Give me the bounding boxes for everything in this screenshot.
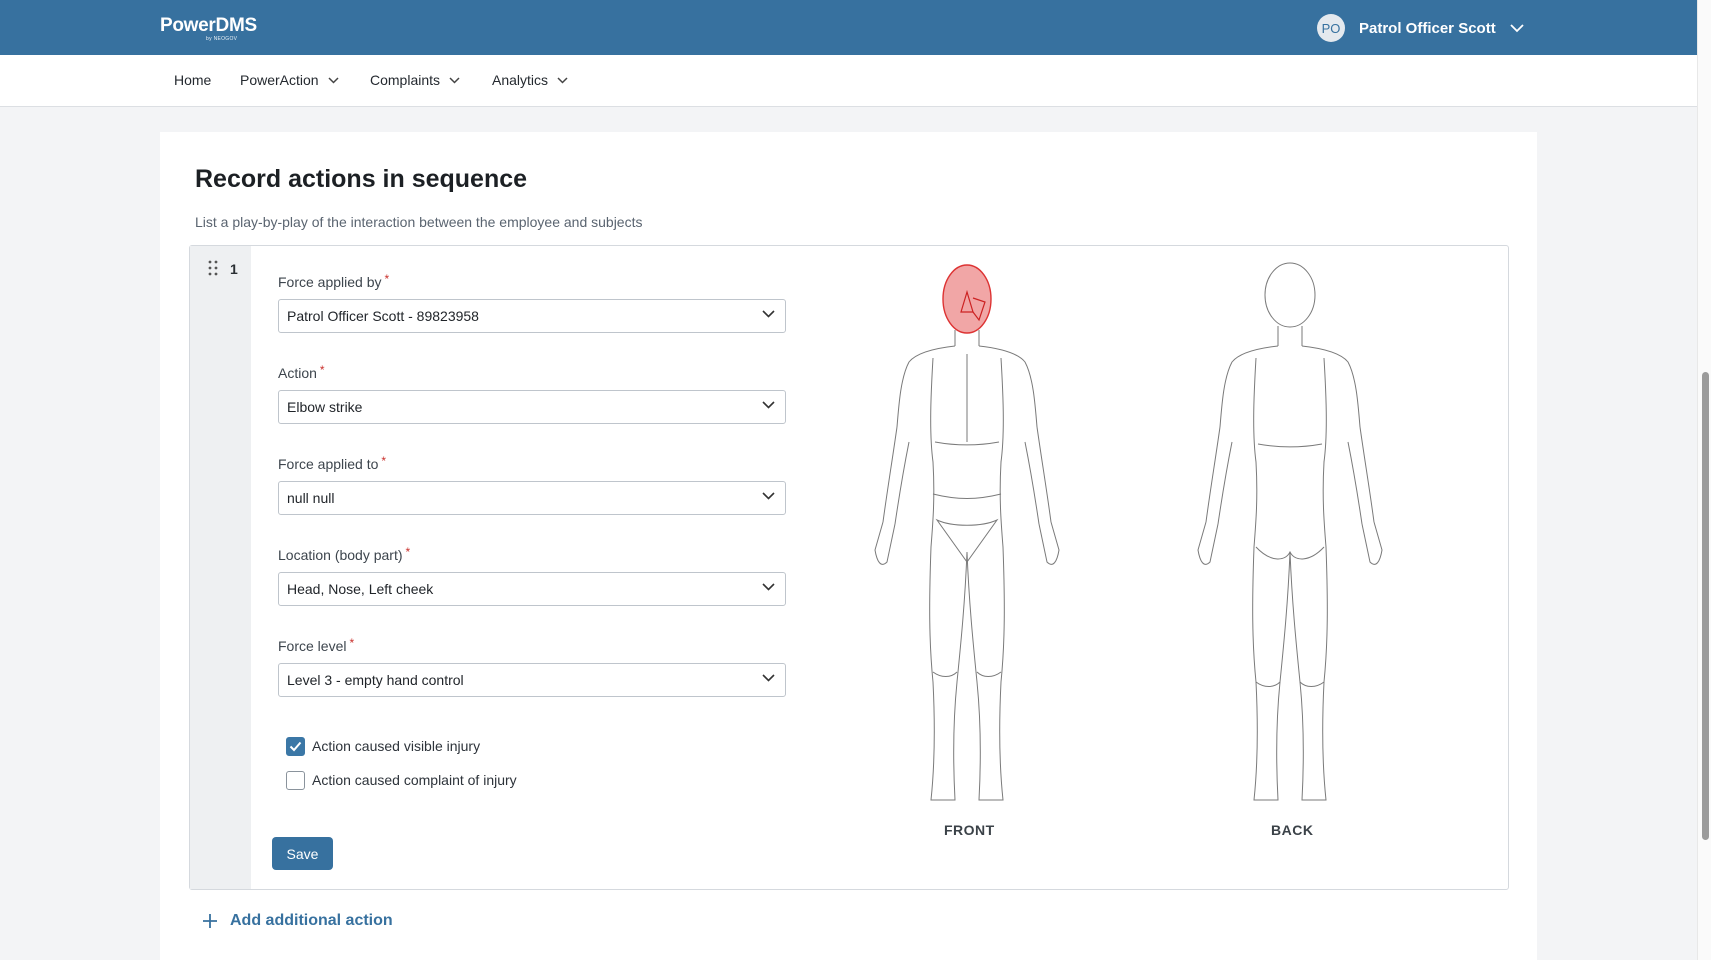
plus-icon [202,913,218,929]
field-label-text: Location (body part) [278,547,403,563]
nav-poweraction[interactable]: PowerAction [240,72,339,88]
body-front-label: FRONT [944,822,995,838]
powerdms-logo[interactable]: PowerDMS by NEOGOV [160,15,257,42]
avatar: PO [1317,14,1345,42]
nav-analytics[interactable]: Analytics [492,72,568,88]
drag-handle-icon[interactable] [208,260,218,281]
required-mark: * [381,454,387,468]
field-label-text: Action [278,365,317,381]
chevron-down-icon [762,492,775,500]
nav-home-label: Home [174,72,212,88]
add-action-button[interactable]: Add additional action [202,912,393,930]
select-value: Patrol Officer Scott - 89823958 [287,308,479,324]
chevron-down-icon [762,583,775,591]
action-rail: 1 [190,246,251,889]
required-mark: * [319,363,325,377]
select-value: Head, Nose, Left cheek [287,581,434,597]
select-value: Level 3 - empty hand control [287,672,464,688]
nav-home[interactable]: Home [174,72,211,88]
logo-text: PowerDMS [160,15,257,36]
force-applied-by-select[interactable]: Patrol Officer Scott - 89823958 [278,299,786,333]
required-mark: * [405,545,411,559]
user-menu[interactable]: PO Patrol Officer Scott [1317,14,1524,42]
body-diagram-front[interactable] [837,262,1097,807]
visible-injury-checkbox[interactable] [286,737,305,756]
save-button[interactable]: Save [272,837,333,870]
body-diagram-back[interactable] [1160,262,1420,807]
user-name: Patrol Officer Scott [1359,19,1496,37]
action-label: Action * [278,363,325,381]
chevron-down-icon [449,76,460,84]
scrollbar-thumb[interactable] [1702,372,1709,840]
checkmark-icon [289,741,302,752]
top-bar: PowerDMS by NEOGOV PO Patrol Officer Sco… [0,0,1697,55]
logo-subtext: by NEOGOV [206,36,238,42]
required-mark: * [384,272,390,286]
nav-complaints-label: Complaints [370,72,441,88]
chevron-down-icon [557,76,568,84]
action-select[interactable]: Elbow strike [278,390,786,424]
complaint-injury-checkbox[interactable] [286,771,305,790]
scrollbar[interactable] [1697,0,1711,960]
location-select[interactable]: Head, Nose, Left cheek [278,572,786,606]
add-action-label: Add additional action [230,912,393,929]
chevron-down-icon [328,76,339,84]
force-applied-to-select[interactable]: null null [278,481,786,515]
force-level-label: Force level * [278,636,355,654]
main-nav: Home PowerAction Complaints Analytics [0,55,1697,107]
page-subtitle: List a play-by-play of the interaction b… [195,214,643,230]
nav-complaints[interactable]: Complaints [370,72,460,88]
required-mark: * [349,636,355,650]
force-applied-by-label: Force applied by * [278,272,390,290]
body-back-label: BACK [1271,822,1314,838]
nav-analytics-label: Analytics [492,72,549,88]
field-label-text: Force applied by [278,274,382,290]
chevron-down-icon [1510,23,1524,33]
action-number: 1 [230,261,238,277]
nav-poweraction-label: PowerAction [240,72,319,88]
select-value: null null [287,490,335,506]
select-value: Elbow strike [287,399,363,415]
force-level-select[interactable]: Level 3 - empty hand control [278,663,786,697]
body-region-head[interactable] [942,264,992,334]
chevron-down-icon [762,674,775,682]
chevron-down-icon [762,401,775,409]
page-title: Record actions in sequence [195,165,528,193]
force-applied-to-label: Force applied to * [278,454,387,472]
location-label: Location (body part) * [278,545,411,563]
visible-injury-label[interactable]: Action caused visible injury [312,738,480,754]
field-label-text: Force applied to [278,456,379,472]
chevron-down-icon [762,310,775,318]
complaint-injury-label[interactable]: Action caused complaint of injury [312,772,517,788]
field-label-text: Force level [278,638,347,654]
